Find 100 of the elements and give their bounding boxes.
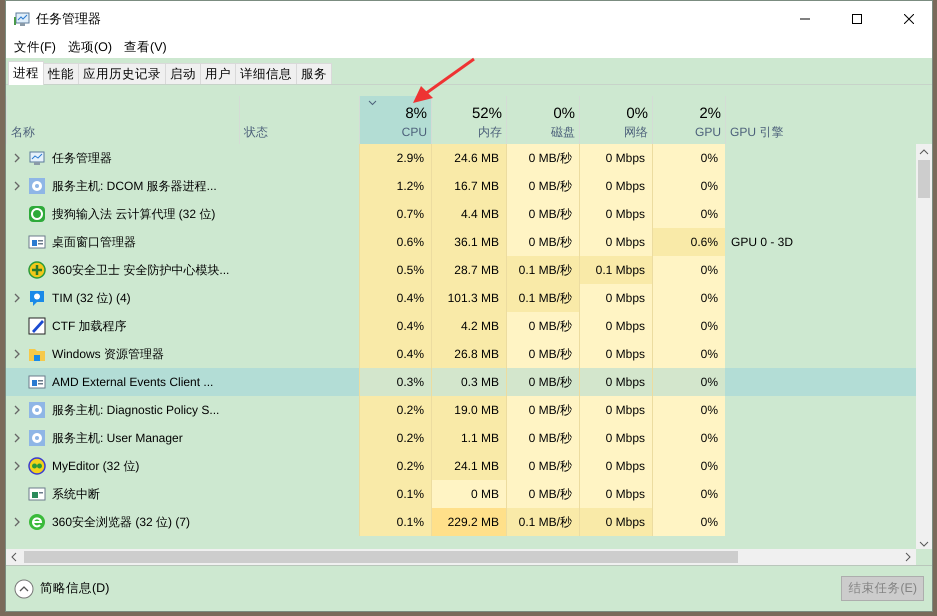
- column-name: 内存: [478, 124, 502, 140]
- details-toggle-button[interactable]: 简略信息(D): [14, 578, 110, 599]
- metric-cell: 0 MB/秒: [506, 340, 579, 368]
- process-name: AMD External Events Client ...: [52, 374, 214, 391]
- metric-cell: 0 MB/秒: [506, 200, 579, 228]
- menu-item[interactable]: 选项(O): [62, 38, 118, 56]
- expand-chevron-icon[interactable]: [12, 460, 22, 471]
- metric-cell: 0.4%: [359, 312, 431, 340]
- metric-cell: 0 MB/秒: [506, 452, 579, 480]
- metric-cell: 0 MB/秒: [506, 228, 579, 256]
- metric-cell: 0%: [652, 172, 725, 200]
- process-row[interactable]: 360安全浏览器 (32 位) (7) 0.1% 229.2 MB 0.1 MB/秒 0 Mbps 0%: [6, 508, 916, 536]
- metric-cell: 26.8 MB: [431, 340, 506, 368]
- scroll-thumb[interactable]: [918, 160, 930, 198]
- metric-cell: 0%: [652, 424, 725, 452]
- metric-cell: 0.7%: [359, 200, 431, 228]
- process-name: CTF 加载程序: [52, 318, 127, 335]
- tab[interactable]: 服务: [296, 62, 332, 84]
- window-icon: [28, 232, 46, 251]
- metric-cell: 0 MB/秒: [506, 480, 579, 508]
- window-icon: [28, 484, 46, 503]
- process-row[interactable]: 服务主机: DCOM 服务器进程... 1.2% 16.7 MB 0 MB/秒 0 Mbps 0%: [6, 172, 916, 200]
- expand-chevron-icon[interactable]: [12, 404, 22, 415]
- metric-cell: 0 Mbps: [579, 340, 652, 368]
- process-row[interactable]: 桌面窗口管理器 0.6% 36.1 MB 0 MB/秒 0 Mbps 0.6% GPU 0 - 3D: [6, 228, 916, 256]
- process-name: 服务主机: Diagnostic Policy S...: [52, 402, 220, 419]
- column-header[interactable]: 8% CPU: [359, 96, 431, 144]
- expand-chevron-icon[interactable]: [12, 432, 22, 443]
- gpu-engine-text: GPU 0 - 3D: [731, 234, 794, 251]
- expand-chevron-icon[interactable]: [12, 180, 22, 191]
- process-name: TIM (32 位) (4): [52, 290, 131, 307]
- tab[interactable]: 进程: [8, 60, 44, 85]
- scroll-right-icon[interactable]: [905, 552, 911, 562]
- browser-icon: [28, 512, 46, 531]
- scroll-thumb[interactable]: [24, 551, 738, 564]
- process-name: 360安全卫士 安全防护中心模块...: [52, 262, 230, 279]
- metric-cell: 0%: [652, 508, 725, 536]
- metric-cell: 0 MB/秒: [506, 144, 579, 172]
- metric-cell: 0 Mbps: [579, 368, 652, 396]
- menu-item[interactable]: 文件(F): [8, 38, 62, 56]
- scroll-left-icon[interactable]: [11, 552, 17, 562]
- tab[interactable]: 应用历史记录: [78, 62, 166, 84]
- process-row[interactable]: AMD External Events Client ... 0.3% 0.3 MB 0 MB/秒 0 Mbps 0%: [6, 368, 916, 396]
- horizontal-scrollbar[interactable]: [6, 549, 916, 566]
- expand-chevron-icon[interactable]: [12, 516, 22, 527]
- sort-caret-icon: [368, 100, 377, 106]
- metric-cell: 4.4 MB: [431, 200, 506, 228]
- expand-chevron-icon[interactable]: [12, 292, 22, 303]
- tab[interactable]: 详细信息: [235, 62, 297, 84]
- maximize-icon: [852, 14, 862, 24]
- metric-cell: 0%: [652, 200, 725, 228]
- metric-cell: 16.7 MB: [431, 172, 506, 200]
- process-name: 系统中断: [52, 486, 100, 503]
- metric-cell: 0 Mbps: [579, 452, 652, 480]
- metric-cell: 0%: [652, 284, 725, 312]
- process-row[interactable]: CTF 加载程序 0.4% 4.2 MB 0 MB/秒 0 Mbps 0%: [6, 312, 916, 340]
- process-name: 搜狗输入法 云计算代理 (32 位): [52, 206, 216, 223]
- process-row[interactable]: 任务管理器 2.9% 24.6 MB 0 MB/秒 0 Mbps 0%: [6, 144, 916, 172]
- metric-cell: 0%: [652, 368, 725, 396]
- process-row[interactable]: MyEditor (32 位) 0.2% 24.1 MB 0 MB/秒 0 Mbps 0%: [6, 452, 916, 480]
- process-row[interactable]: 服务主机: Diagnostic Policy S... 0.2% 19.0 MB 0 MB/秒 0 Mbps 0%: [6, 396, 916, 424]
- expand-chevron-icon[interactable]: [12, 152, 22, 163]
- scroll-up-icon[interactable]: [919, 148, 929, 155]
- menu-item[interactable]: 查看(V): [118, 38, 173, 56]
- gear-icon: [28, 176, 46, 195]
- metric-cell: 0 Mbps: [579, 508, 652, 536]
- column-header[interactable]: 名称: [6, 96, 239, 144]
- metric-cell: 0 Mbps: [579, 144, 652, 172]
- process-row[interactable]: 搜狗输入法 云计算代理 (32 位) 0.7% 4.4 MB 0 MB/秒 0 Mbps 0%: [6, 200, 916, 228]
- metric-cell: 0.1 Mbps: [579, 256, 652, 284]
- monitor-icon: [28, 148, 46, 167]
- process-row[interactable]: TIM (32 位) (4) 0.4% 101.3 MB 0.1 MB/秒 0 Mbps 0%: [6, 284, 916, 312]
- window-title: 任务管理器: [36, 10, 101, 28]
- process-row[interactable]: 系统中断 0.1% 0 MB 0 MB/秒 0 Mbps 0%: [6, 480, 916, 508]
- scroll-down-icon[interactable]: [919, 540, 929, 547]
- process-name: 服务主机: User Manager: [52, 430, 183, 447]
- gear-icon: [28, 400, 46, 419]
- process-name: 任务管理器: [52, 150, 112, 167]
- metric-cell: 0 Mbps: [579, 424, 652, 452]
- metric-cell: 0.1 MB/秒: [506, 256, 579, 284]
- metric-cell: 0.4%: [359, 284, 431, 312]
- metric-cell: 0.1 MB/秒: [506, 508, 579, 536]
- column-name: 状态: [244, 124, 268, 140]
- process-row[interactable]: 360安全卫士 安全防护中心模块... 0.5% 28.7 MB 0.1 MB/秒 0.1 Mbps 0%: [6, 256, 916, 284]
- column-name: CPU: [402, 124, 427, 140]
- process-row[interactable]: Windows 资源管理器 0.4% 26.8 MB 0 MB/秒 0 Mbps 0%: [6, 340, 916, 368]
- metric-cell: 0 MB/秒: [506, 424, 579, 452]
- column-percent: 2%: [699, 104, 721, 124]
- metric-cell: 0.1%: [359, 508, 431, 536]
- process-row[interactable]: 服务主机: User Manager 0.2% 1.1 MB 0 MB/秒 0 Mbps 0%: [6, 424, 916, 452]
- vertical-scrollbar[interactable]: [916, 144, 932, 550]
- column-name: GPU 引擎: [730, 124, 784, 140]
- tab[interactable]: 性能: [43, 62, 79, 84]
- metric-cell: 0 MB/秒: [506, 172, 579, 200]
- tab[interactable]: 用户: [200, 62, 236, 84]
- tab[interactable]: 启动: [165, 62, 201, 84]
- arrow-annotation: [411, 56, 477, 106]
- expand-chevron-icon[interactable]: [12, 348, 22, 359]
- app-icon: [14, 10, 30, 26]
- column-header[interactable]: GPU 引擎: [725, 96, 916, 144]
